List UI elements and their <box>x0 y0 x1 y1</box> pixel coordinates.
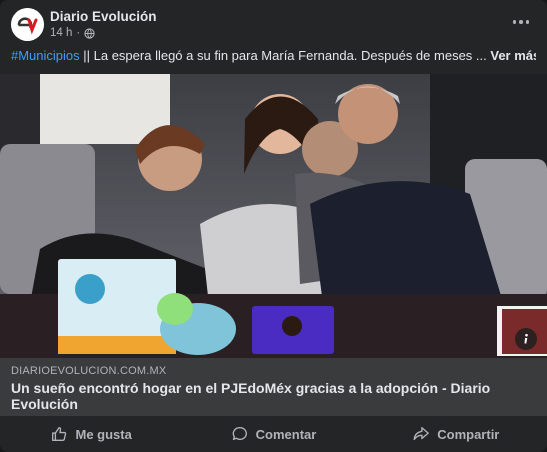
page-avatar[interactable] <box>11 8 44 41</box>
more-options-button[interactable] <box>509 12 533 32</box>
post-actions: Me gusta Comentar Compartir <box>0 416 547 452</box>
comment-button[interactable]: Comentar <box>182 416 364 452</box>
globe-icon <box>84 27 95 39</box>
page-name[interactable]: Diario Evolución <box>50 9 157 24</box>
post-card: Diario Evolución 14 h · #Municipios || L… <box>0 0 547 452</box>
post-text: #Municipios || La espera llegó a su fin … <box>11 48 536 64</box>
share-arrow-icon <box>413 427 430 441</box>
post-photo[interactable] <box>0 74 547 358</box>
info-icon <box>524 333 528 344</box>
link-title[interactable]: Un sueño encontró hogar en el PJEdoMéx g… <box>11 380 531 412</box>
hashtag-link[interactable]: #Municipios <box>11 48 80 63</box>
post-body: || La espera llegó a su fin para María F… <box>79 48 487 63</box>
diario-evolucion-logo-icon <box>11 8 44 41</box>
photo-illustration <box>0 74 547 358</box>
like-button[interactable]: Me gusta <box>0 416 182 452</box>
post-meta: 14 h · <box>50 27 95 39</box>
share-button[interactable]: Compartir <box>365 416 547 452</box>
link-preview[interactable]: DIARIOEVOLUCION.COM.MX Un sueño encontró… <box>0 358 547 416</box>
dot-icon <box>512 20 517 24</box>
post-time[interactable]: 14 h <box>50 27 72 39</box>
thumbs-up-icon <box>52 427 67 441</box>
see-more-link[interactable]: Ver más <box>490 48 536 63</box>
dot-icon <box>525 20 530 24</box>
comment-label: Comentar <box>255 426 317 442</box>
comment-bubble-icon <box>232 427 247 441</box>
photo-info-button[interactable] <box>515 328 537 350</box>
like-label: Me gusta <box>75 426 132 442</box>
dot-icon <box>519 20 523 24</box>
link-domain: DIARIOEVOLUCION.COM.MX <box>11 365 167 377</box>
post-header: Diario Evolución 14 h · <box>0 0 547 44</box>
share-label: Compartir <box>437 426 500 442</box>
